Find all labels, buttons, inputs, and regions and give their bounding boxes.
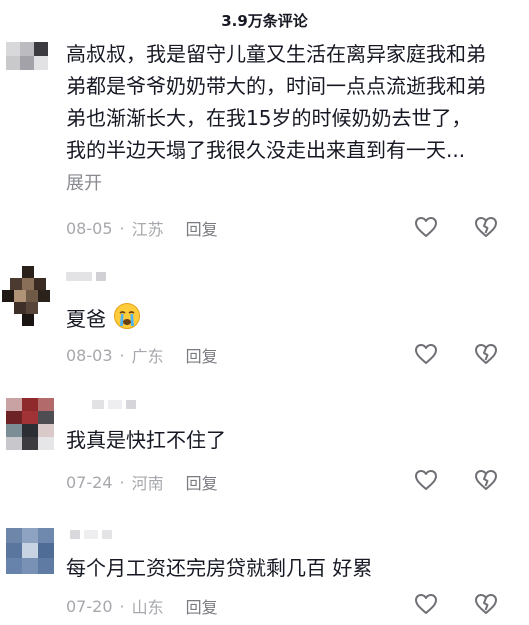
reply-button[interactable]: 回复 [186,594,218,618]
comment-date: 07-24 [66,472,113,492]
username-blurred [70,530,112,539]
heart-outline-icon[interactable] [414,216,438,238]
avatar[interactable] [6,398,54,450]
comment-location: 河南 [131,474,164,493]
avatar[interactable] [6,528,54,574]
reply-button[interactable]: 回复 [186,216,218,240]
comment-meta: 07-24 · 河南 回复 [66,470,218,494]
reply-button[interactable]: 回复 [186,470,218,494]
broken-heart-outline-icon[interactable] [474,343,498,365]
comment-text: 每个月工资还完房贷就剩几百 好累 [66,552,486,584]
username-blurred [66,272,106,281]
expand-link[interactable]: 展开 [66,173,102,194]
comment-body: 我真是快扛不住了 [66,428,226,452]
username-blurred [92,400,136,409]
broken-heart-outline-icon[interactable] [474,593,498,615]
avatar[interactable] [6,42,54,72]
crying-face-icon [114,303,141,329]
reply-button[interactable]: 回复 [186,343,218,367]
broken-heart-outline-icon[interactable] [474,469,498,491]
heart-outline-icon[interactable] [414,469,438,491]
comment-body: 高叔叔，我是留守儿童又生活在离异家庭我和弟弟都是爷爷奶奶带大的，时间一点点流逝我… [66,42,486,162]
comment-meta: 08-05 · 江苏 回复 [66,216,218,240]
comment-location: 江苏 [131,220,164,239]
comment-text: 高叔叔，我是留守儿童又生活在离异家庭我和弟弟都是爷爷奶奶带大的，时间一点点流逝我… [66,38,486,200]
comment-text: 夏爸 [66,302,486,335]
comment-meta: 08-03 · 广东 回复 [66,343,218,367]
heart-outline-icon[interactable] [414,593,438,615]
comment-date: 08-05 [66,218,113,238]
comment-date: 08-03 [66,345,113,365]
broken-heart-outline-icon[interactable] [474,216,498,238]
comment-date: 07-20 [66,596,113,616]
comment-location: 广东 [131,347,164,366]
comment-text: 我真是快扛不住了 [66,424,486,456]
comment-meta: 07-20 · 山东 回复 [66,594,218,618]
comment-body: 每个月工资还完房贷就剩几百 好累 [66,556,373,580]
comment-body: 夏爸 [66,307,106,331]
avatar[interactable] [2,266,54,326]
heart-outline-icon[interactable] [414,343,438,365]
comment-location: 山东 [131,598,164,617]
comment-count-title: 3.9万条评论 [221,12,308,30]
